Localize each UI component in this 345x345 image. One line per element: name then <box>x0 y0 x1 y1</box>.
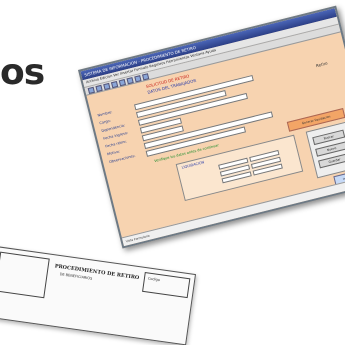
row-label-7: Observaciones: <box>108 153 136 165</box>
row-label-2: Cargo: <box>99 118 112 126</box>
row-label-5: Fecha retiro: <box>104 139 128 149</box>
panel-title: LIQUIDACION <box>181 160 205 170</box>
row-label-6: Motivo: <box>106 149 121 157</box>
row-label-1: Nombre: <box>97 110 113 118</box>
background-heading-fragment: os <box>0 52 45 93</box>
right-value: Retiro <box>315 60 329 69</box>
side-actions: Buscar Nuevo Guardar <box>305 121 345 179</box>
paper-logo-cell <box>0 251 50 299</box>
monitor-screen: SISTEMA DE INFORMACION - PROCEDIMIENTO D… <box>78 5 345 249</box>
